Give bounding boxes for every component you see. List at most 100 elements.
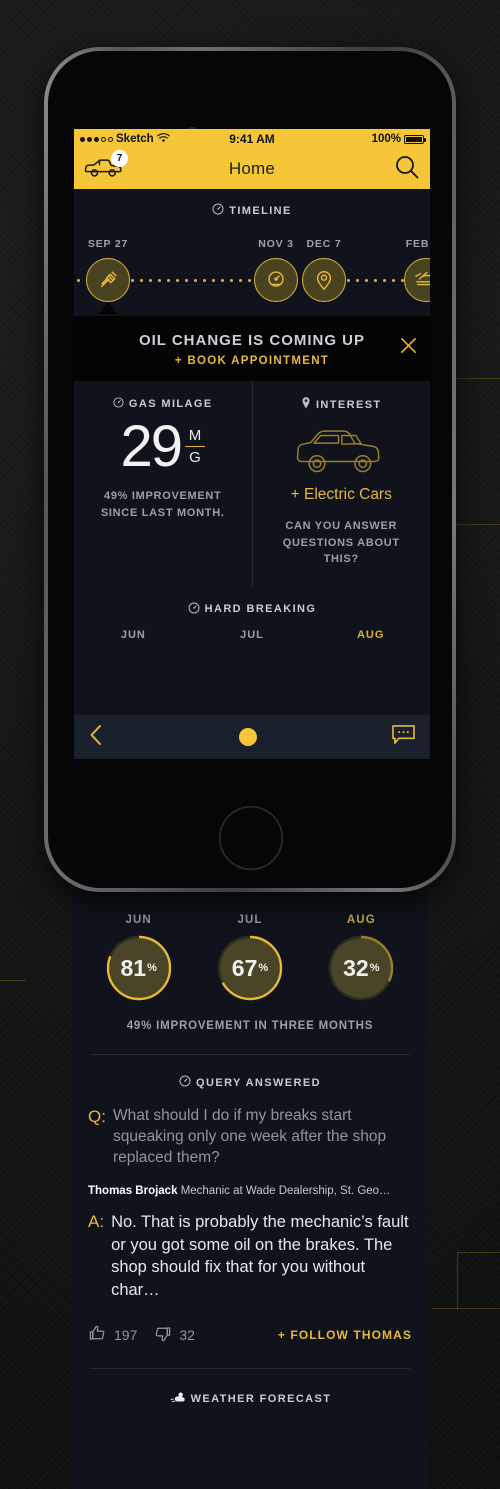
ring-column-jun[interactable]: JUN 81% bbox=[86, 914, 191, 1002]
weather-forecast-section[interactable]: WEATHER FORECAST bbox=[72, 1369, 428, 1407]
phone-device-frame: Sketch 9:41 AM 100% 7 Home TIMELINE SEP … bbox=[44, 47, 456, 892]
search-icon bbox=[396, 155, 419, 178]
timeline-node-circle bbox=[302, 258, 346, 302]
weather-forecast-heading: WEATHER FORECAST bbox=[72, 1391, 428, 1407]
status-bar-time: 9:41 AM bbox=[229, 132, 275, 146]
battery-icon bbox=[404, 134, 427, 144]
query-answered-heading: QUERY ANSWERED bbox=[88, 1075, 412, 1090]
chat-button[interactable] bbox=[391, 724, 416, 751]
timeline-node-date: SEP 27 bbox=[87, 238, 129, 250]
decor-line-3 bbox=[458, 1252, 500, 1253]
status-bar-left: Sketch bbox=[80, 132, 229, 146]
timeline-node-feb12[interactable]: FEB 12 bbox=[404, 238, 430, 302]
query-answered-heading-label: QUERY ANSWERED bbox=[196, 1076, 321, 1089]
answer-author: Thomas Brojack Mechanic at Wade Dealersh… bbox=[88, 1185, 412, 1197]
syringe-icon bbox=[100, 271, 117, 288]
home-button[interactable] bbox=[219, 806, 283, 870]
garage-badge-count: 7 bbox=[111, 150, 128, 167]
speedometer-icon bbox=[268, 271, 284, 287]
weather-forecast-label: WEATHER FORECAST bbox=[190, 1392, 332, 1405]
speedometer-icon bbox=[179, 1075, 191, 1090]
speedometer-icon bbox=[113, 397, 124, 411]
progress-ring-jul[interactable]: 67% bbox=[216, 934, 284, 1002]
status-bar: Sketch 9:41 AM 100% bbox=[74, 129, 430, 149]
chat-bubble-icon bbox=[392, 724, 415, 744]
interest-card[interactable]: INTEREST + Electric Cars CAN YOU ANSWER bbox=[253, 381, 431, 588]
page-title: Home bbox=[228, 159, 276, 178]
location-pin-icon bbox=[316, 271, 332, 291]
search-button[interactable] bbox=[394, 154, 420, 185]
timeline-heading-label: TIMELINE bbox=[229, 204, 292, 217]
decor-line-2 bbox=[456, 524, 500, 525]
timeline-node-date: DEC 7 bbox=[306, 238, 342, 250]
thumbs-down-icon bbox=[153, 1324, 172, 1346]
ring-value-jul: 67% bbox=[231, 954, 269, 981]
timeline-node-date: FEB 12 bbox=[405, 238, 430, 250]
decor-line-6 bbox=[0, 980, 26, 981]
timeline-node-circle bbox=[86, 258, 130, 302]
vote-row: 197 32 + FOLLOW THOMAS bbox=[72, 1302, 428, 1346]
ring-column-aug[interactable]: AUG 32% bbox=[309, 914, 414, 1002]
mpg-value: 29 bbox=[120, 414, 182, 479]
alert-close-button[interactable] bbox=[399, 336, 418, 360]
hard-breaking-month-labels: JUN JUL AUG bbox=[74, 629, 430, 641]
bottom-toolbar bbox=[74, 715, 430, 759]
question-row: Q: What should I do if my breaks start s… bbox=[88, 1106, 412, 1169]
navigation-bar: 7 Home bbox=[74, 149, 430, 189]
decor-line-5 bbox=[432, 1308, 500, 1309]
ring-column-jul[interactable]: JUL 67% bbox=[197, 914, 302, 1002]
month-label-aug: AUG bbox=[356, 628, 385, 641]
timeline-node-dec7[interactable]: DEC 7 bbox=[302, 238, 346, 302]
partly-cloudy-icon bbox=[169, 1391, 186, 1407]
car-icon bbox=[84, 159, 124, 184]
progress-ring-aug[interactable]: 32% bbox=[327, 934, 395, 1002]
metric-cards: GAS MILAGE 29 M G 49% IMPROVEMENT SINCE … bbox=[74, 381, 430, 588]
book-appointment-button[interactable]: + BOOK APPOINTMENT bbox=[88, 355, 416, 367]
battery-percent-label: 100% bbox=[371, 133, 402, 145]
downvote-button[interactable]: 32 bbox=[153, 1324, 195, 1346]
upvote-button[interactable]: 197 bbox=[88, 1324, 137, 1346]
follow-thomas-button[interactable]: + FOLLOW THOMAS bbox=[278, 1328, 412, 1342]
timeline-node-circle bbox=[404, 258, 430, 302]
oil-change-alert: OIL CHANGE IS COMING UP + BOOK APPOINTME… bbox=[74, 316, 430, 381]
hard-breaking-heading-label: HARD BREAKING bbox=[204, 603, 317, 615]
mpg-value-row: 29 M G bbox=[86, 414, 240, 479]
ring-month-label: AUG bbox=[346, 914, 376, 926]
decor-line-1 bbox=[456, 378, 500, 379]
alert-title: OIL CHANGE IS COMING UP bbox=[138, 332, 366, 349]
back-button[interactable] bbox=[88, 723, 104, 752]
question-mark-label: Q: bbox=[88, 1107, 106, 1126]
phone-bezel: Sketch 9:41 AM 100% 7 Home TIMELINE SEP … bbox=[48, 51, 452, 888]
question-text: What should I do if my breaks start sque… bbox=[112, 1107, 387, 1166]
decor-line-4 bbox=[457, 1252, 458, 1310]
electric-car-icon bbox=[265, 425, 419, 482]
gas-mileage-card[interactable]: GAS MILAGE 29 M G 49% IMPROVEMENT SINCE … bbox=[74, 381, 253, 588]
close-icon bbox=[401, 338, 416, 353]
timeline-node-nov3[interactable]: NOV 3 bbox=[254, 238, 298, 302]
thumbs-up-icon bbox=[88, 1324, 107, 1346]
speedometer-icon bbox=[212, 203, 224, 218]
hard-breaking-heading: HARD BREAKING bbox=[74, 602, 430, 617]
wifi-icon bbox=[157, 132, 170, 146]
signal-strength-icon bbox=[80, 136, 113, 142]
author-name: Thomas Brojack bbox=[88, 1184, 178, 1197]
page-indicator-dot[interactable] bbox=[238, 728, 257, 746]
timeline-node-circle bbox=[254, 258, 298, 302]
timeline-track[interactable]: SEP 27 NOV 3 DEC 7 FEB bbox=[74, 232, 430, 314]
month-label-jul: JUL bbox=[240, 628, 264, 641]
interest-topic-label[interactable]: + Electric Cars bbox=[265, 486, 419, 504]
answer-row: A: No. That is probably the mechanic’s f… bbox=[88, 1211, 412, 1302]
ring-month-label: JUN bbox=[125, 914, 152, 926]
mpg-unit-denominator: G bbox=[189, 449, 201, 467]
garage-button[interactable]: 7 bbox=[84, 150, 128, 184]
screen-content: TIMELINE SEP 27 NOV 3 DEC 7 FEB OIL CHAN… bbox=[74, 189, 430, 759]
gas-mileage-heading: GAS MILAGE bbox=[86, 397, 240, 411]
query-answered-section: QUERY ANSWERED Q: What should I do if my… bbox=[72, 1055, 428, 1302]
timeline-node-sep27[interactable]: SEP 27 bbox=[86, 238, 130, 314]
page-content-continued: JUN 81% JUL 67% AUG 32 % 49% IMPROVEMENT… bbox=[72, 892, 428, 1489]
hard-breaking-note: 49% IMPROVEMENT IN THREE MONTHS bbox=[126, 1020, 374, 1032]
timeline-section: TIMELINE SEP 27 NOV 3 DEC 7 FEB bbox=[74, 189, 430, 316]
progress-ring-jun[interactable]: 81% bbox=[105, 934, 173, 1002]
interest-heading-label: INTEREST bbox=[315, 399, 382, 411]
mpg-unit-divider bbox=[185, 445, 205, 448]
